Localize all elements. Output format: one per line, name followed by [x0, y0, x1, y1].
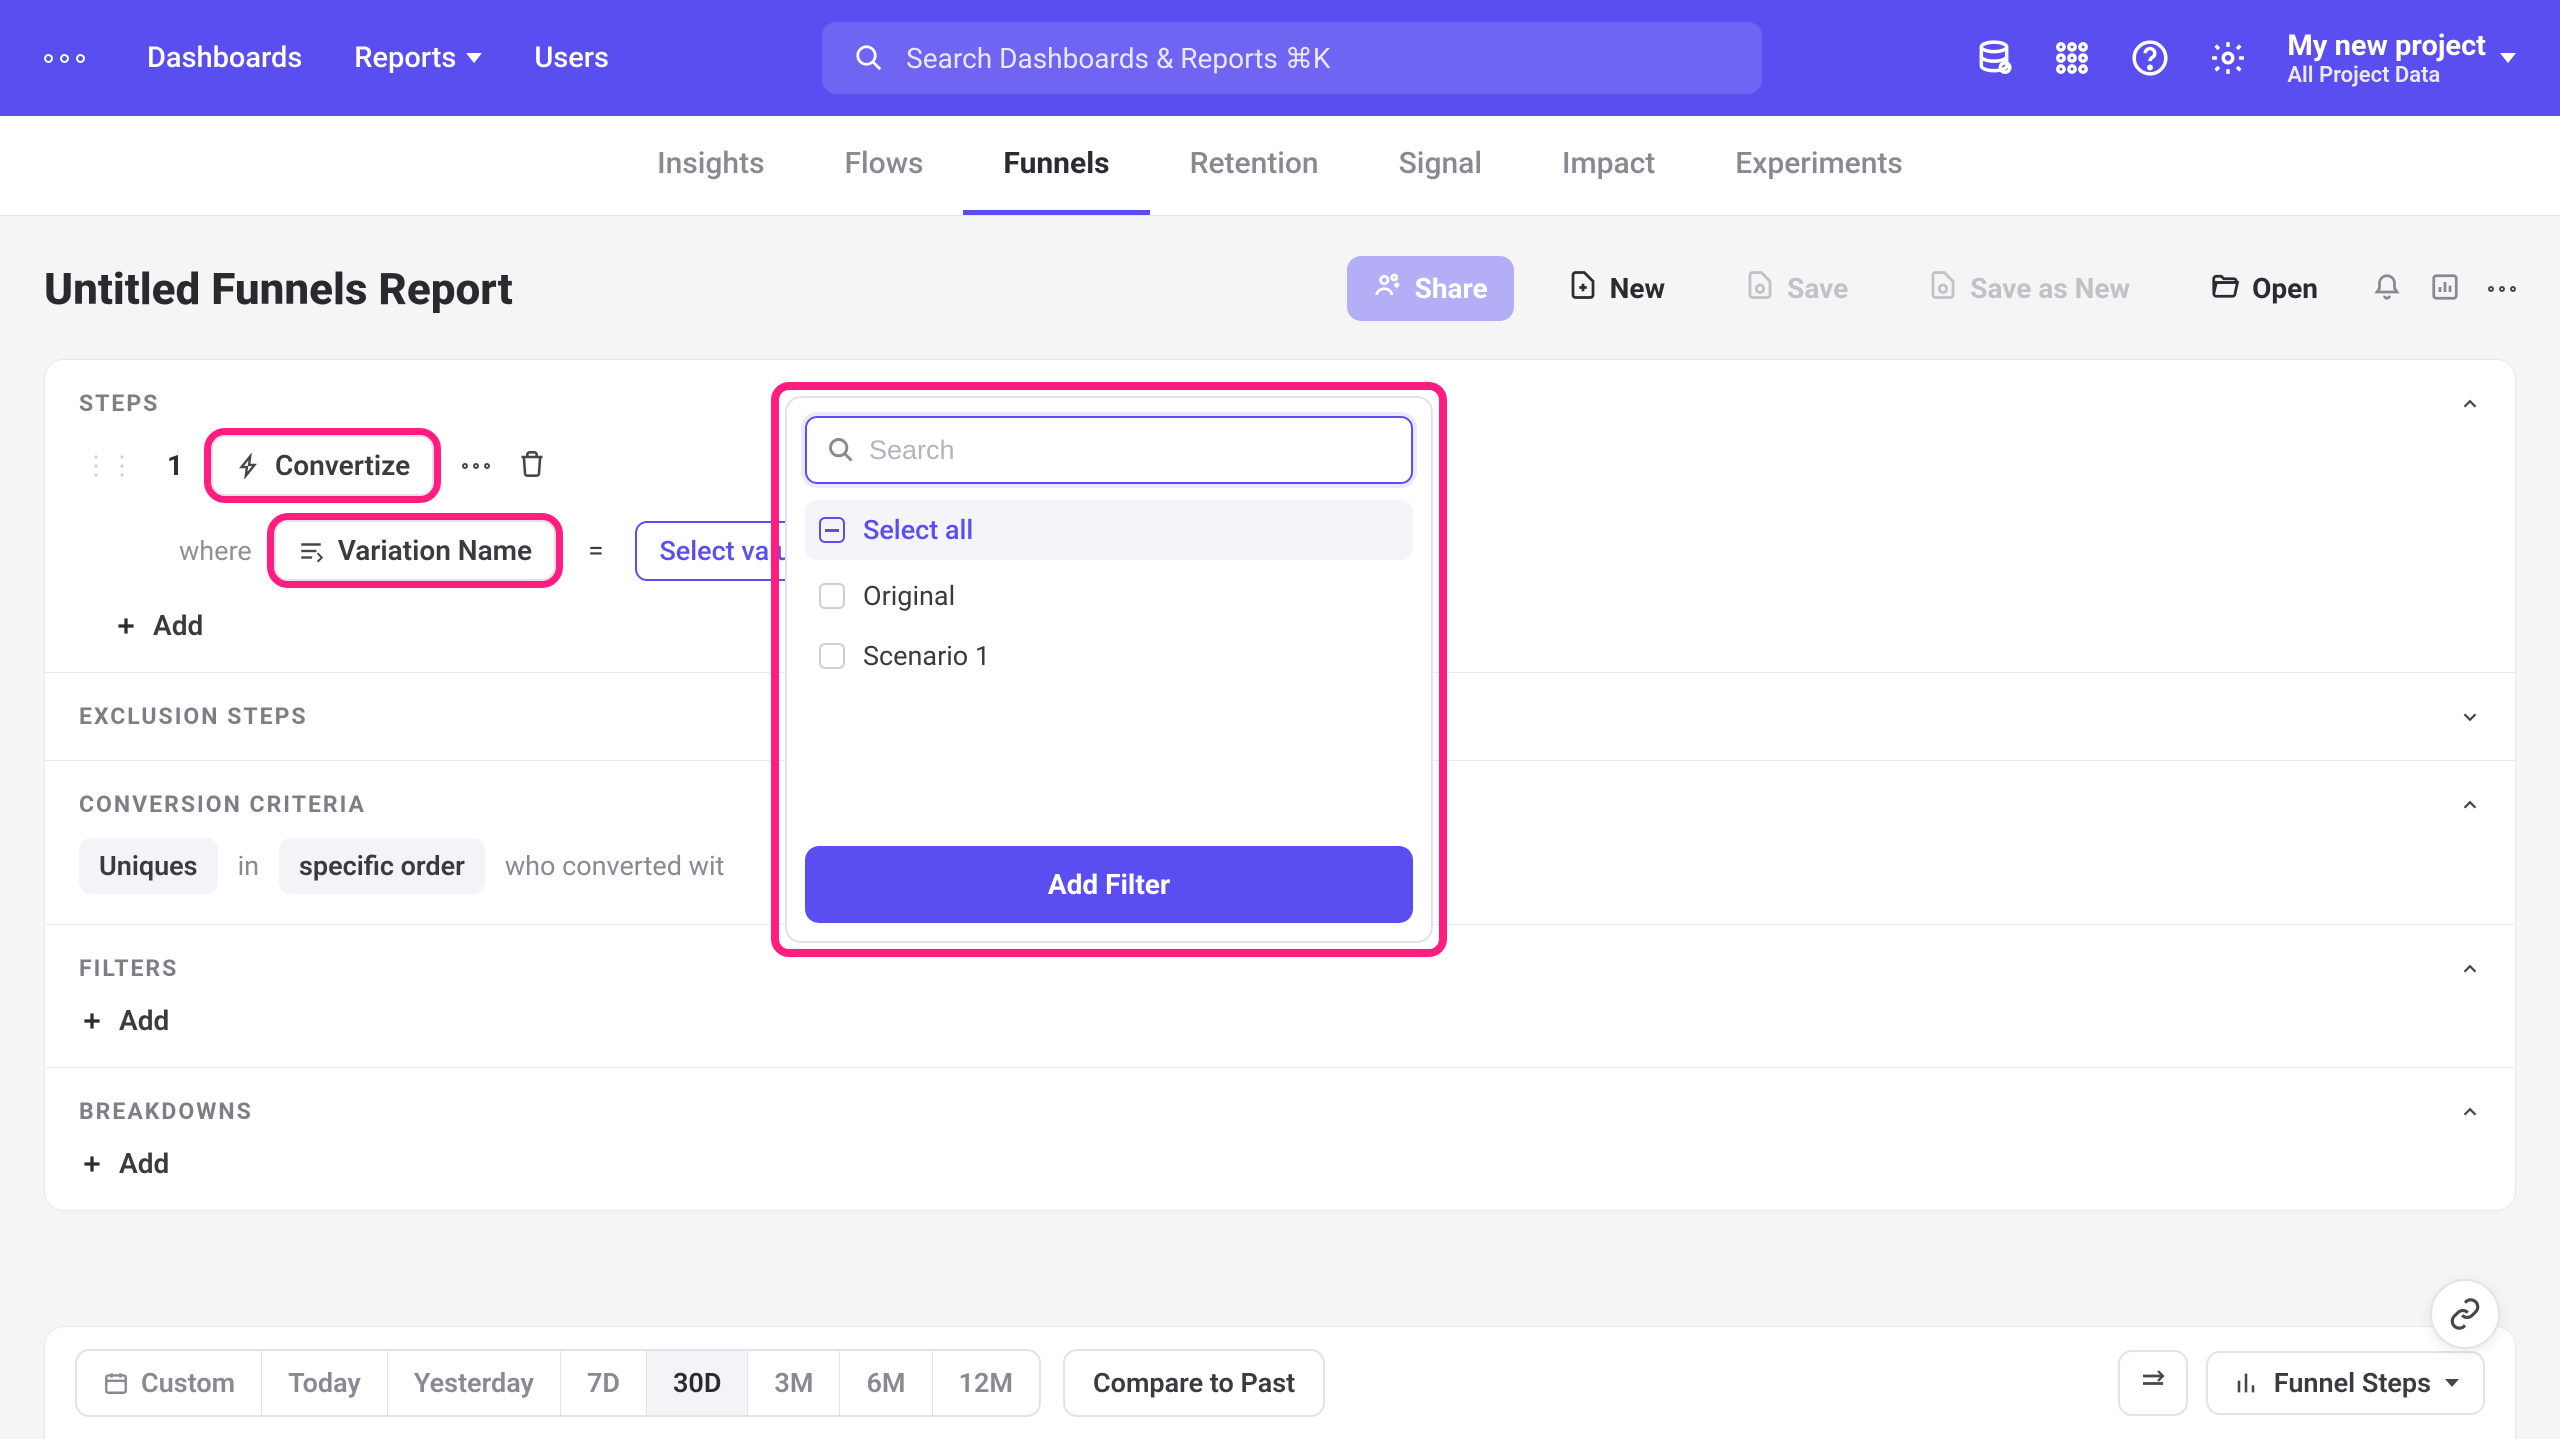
step-event-pill[interactable]: Convertize — [211, 435, 434, 496]
global-search[interactable]: Search Dashboards & Reports ⌘K — [822, 22, 1762, 94]
apps-icon[interactable] — [2053, 39, 2091, 77]
property-pill[interactable]: Variation Name — [274, 520, 556, 581]
time-6m[interactable]: 6M — [840, 1351, 932, 1415]
share-icon — [1373, 270, 1403, 307]
section-title-exclusion: EXCLUSION STEPS — [79, 703, 308, 730]
tab-retention[interactable]: Retention — [1150, 116, 1359, 215]
add-filter-button[interactable]: Add Filter — [805, 846, 1413, 923]
time-range-segment: Custom Today Yesterday 7D 30D 3M 6M 12M — [75, 1349, 1041, 1417]
database-icon[interactable] — [1975, 39, 2013, 77]
tab-signal[interactable]: Signal — [1359, 116, 1522, 215]
chevron-down-icon — [2445, 1379, 2459, 1387]
nav-reports[interactable]: Reports — [354, 41, 482, 75]
in-label: in — [238, 850, 259, 882]
option-scenario-1[interactable]: Scenario 1 — [805, 626, 1413, 686]
time-3m[interactable]: 3M — [748, 1351, 840, 1415]
tab-experiments[interactable]: Experiments — [1695, 116, 1943, 215]
save-button[interactable]: Save — [1719, 256, 1874, 321]
dropdown-search-input[interactable] — [869, 435, 1391, 466]
open-button[interactable]: Open — [2184, 256, 2344, 321]
add-filter-button[interactable]: Add — [79, 1004, 2481, 1037]
project-selector[interactable]: My new project All Project Data — [2287, 29, 2516, 88]
add-breakdown-button[interactable]: Add — [79, 1147, 2481, 1180]
chevron-up-icon[interactable] — [2459, 958, 2481, 980]
tab-insights[interactable]: Insights — [617, 116, 804, 215]
nav-dashboards[interactable]: Dashboards — [147, 41, 302, 75]
report-config-panel: STEPS ⋮⋮ 1 Convertize where Variation Na… — [44, 359, 2516, 1211]
chevron-up-icon[interactable] — [2459, 794, 2481, 816]
conversion-rest-text: who converted wit — [505, 850, 725, 882]
checkbox-icon — [819, 643, 845, 669]
section-title-filters: FILTERS — [79, 955, 178, 982]
link-fab[interactable] — [2430, 1279, 2500, 1349]
more-actions[interactable] — [2488, 286, 2516, 292]
checkbox-icon — [819, 583, 845, 609]
bell-icon[interactable] — [2372, 272, 2402, 306]
tab-impact[interactable]: Impact — [1522, 116, 1695, 215]
tab-flows[interactable]: Flows — [805, 116, 964, 215]
step-more-icon[interactable] — [452, 463, 500, 469]
help-icon[interactable] — [2131, 39, 2169, 77]
option-original[interactable]: Original — [805, 566, 1413, 626]
time-range-bar: Custom Today Yesterday 7D 30D 3M 6M 12M … — [44, 1326, 2516, 1439]
delete-step-button[interactable] — [518, 450, 546, 482]
save-as-icon — [1928, 270, 1958, 307]
title-bar: Untitled Funnels Report Share New Save S… — [0, 216, 2560, 349]
bar-chart-icon — [2232, 1369, 2260, 1397]
time-30d[interactable]: 30D — [647, 1351, 748, 1415]
project-sub: All Project Data — [2287, 63, 2486, 88]
section-title-breakdowns: BREAKDOWNS — [79, 1098, 253, 1125]
chart-icon[interactable] — [2430, 272, 2460, 306]
search-icon — [854, 43, 884, 73]
section-title-conversion: CONVERSION CRITERIA — [79, 791, 366, 818]
time-custom[interactable]: Custom — [77, 1351, 262, 1415]
value-dropdown: Select all Original Scenario 1 Add Filte… — [771, 382, 1447, 957]
step-number: 1 — [157, 449, 193, 482]
report-title[interactable]: Untitled Funnels Report — [44, 263, 513, 315]
chevron-down-icon[interactable] — [2459, 706, 2481, 728]
time-yesterday[interactable]: Yesterday — [388, 1351, 561, 1415]
calendar-icon — [103, 1370, 129, 1396]
section-steps: STEPS ⋮⋮ 1 Convertize where Variation Na… — [45, 360, 2515, 673]
project-name: My new project — [2287, 29, 2486, 63]
nav-users[interactable]: Users — [534, 41, 609, 75]
time-today[interactable]: Today — [262, 1351, 388, 1415]
select-all-option[interactable]: Select all — [805, 500, 1413, 560]
gear-icon[interactable] — [2209, 39, 2247, 77]
checkbox-indeterminate-icon — [819, 517, 845, 543]
link-icon — [2448, 1297, 2482, 1331]
chevron-down-icon — [2500, 53, 2516, 63]
file-plus-icon — [1568, 270, 1598, 307]
folder-open-icon — [2210, 270, 2240, 307]
search-icon — [827, 436, 855, 464]
uniques-chip[interactable]: Uniques — [79, 838, 218, 894]
app-menu-icon[interactable] — [44, 54, 85, 63]
section-title-steps: STEPS — [79, 390, 159, 417]
chevron-down-icon — [466, 53, 482, 63]
linear-toggle-button[interactable] — [2118, 1350, 2188, 1416]
dropdown-search[interactable] — [805, 416, 1413, 484]
drag-handle-icon[interactable]: ⋮⋮ — [79, 451, 139, 481]
app-header: Dashboards Reports Users Search Dashboar… — [0, 0, 2560, 116]
section-breakdowns: BREAKDOWNS Add — [45, 1068, 2515, 1210]
new-button[interactable]: New — [1542, 256, 1691, 321]
order-chip[interactable]: specific order — [279, 838, 485, 894]
save-as-new-button[interactable]: Save as New — [1902, 256, 2156, 321]
chevron-up-icon[interactable] — [2459, 393, 2481, 415]
time-12m[interactable]: 12M — [933, 1351, 1039, 1415]
share-button[interactable]: Share — [1347, 256, 1514, 321]
tab-funnels[interactable]: Funnels — [963, 116, 1149, 215]
chevron-up-icon[interactable] — [2459, 1101, 2481, 1123]
save-icon — [1745, 270, 1775, 307]
search-placeholder: Search Dashboards & Reports ⌘K — [906, 42, 1330, 75]
property-icon — [298, 538, 324, 564]
event-icon — [235, 453, 261, 479]
where-label: where — [179, 535, 252, 567]
equals-operator[interactable]: = — [578, 534, 613, 567]
funnel-steps-selector[interactable]: Funnel Steps — [2206, 1351, 2485, 1415]
report-tabs: Insights Flows Funnels Retention Signal … — [0, 116, 2560, 216]
compare-to-past-button[interactable]: Compare to Past — [1063, 1349, 1325, 1417]
time-7d[interactable]: 7D — [561, 1351, 647, 1415]
